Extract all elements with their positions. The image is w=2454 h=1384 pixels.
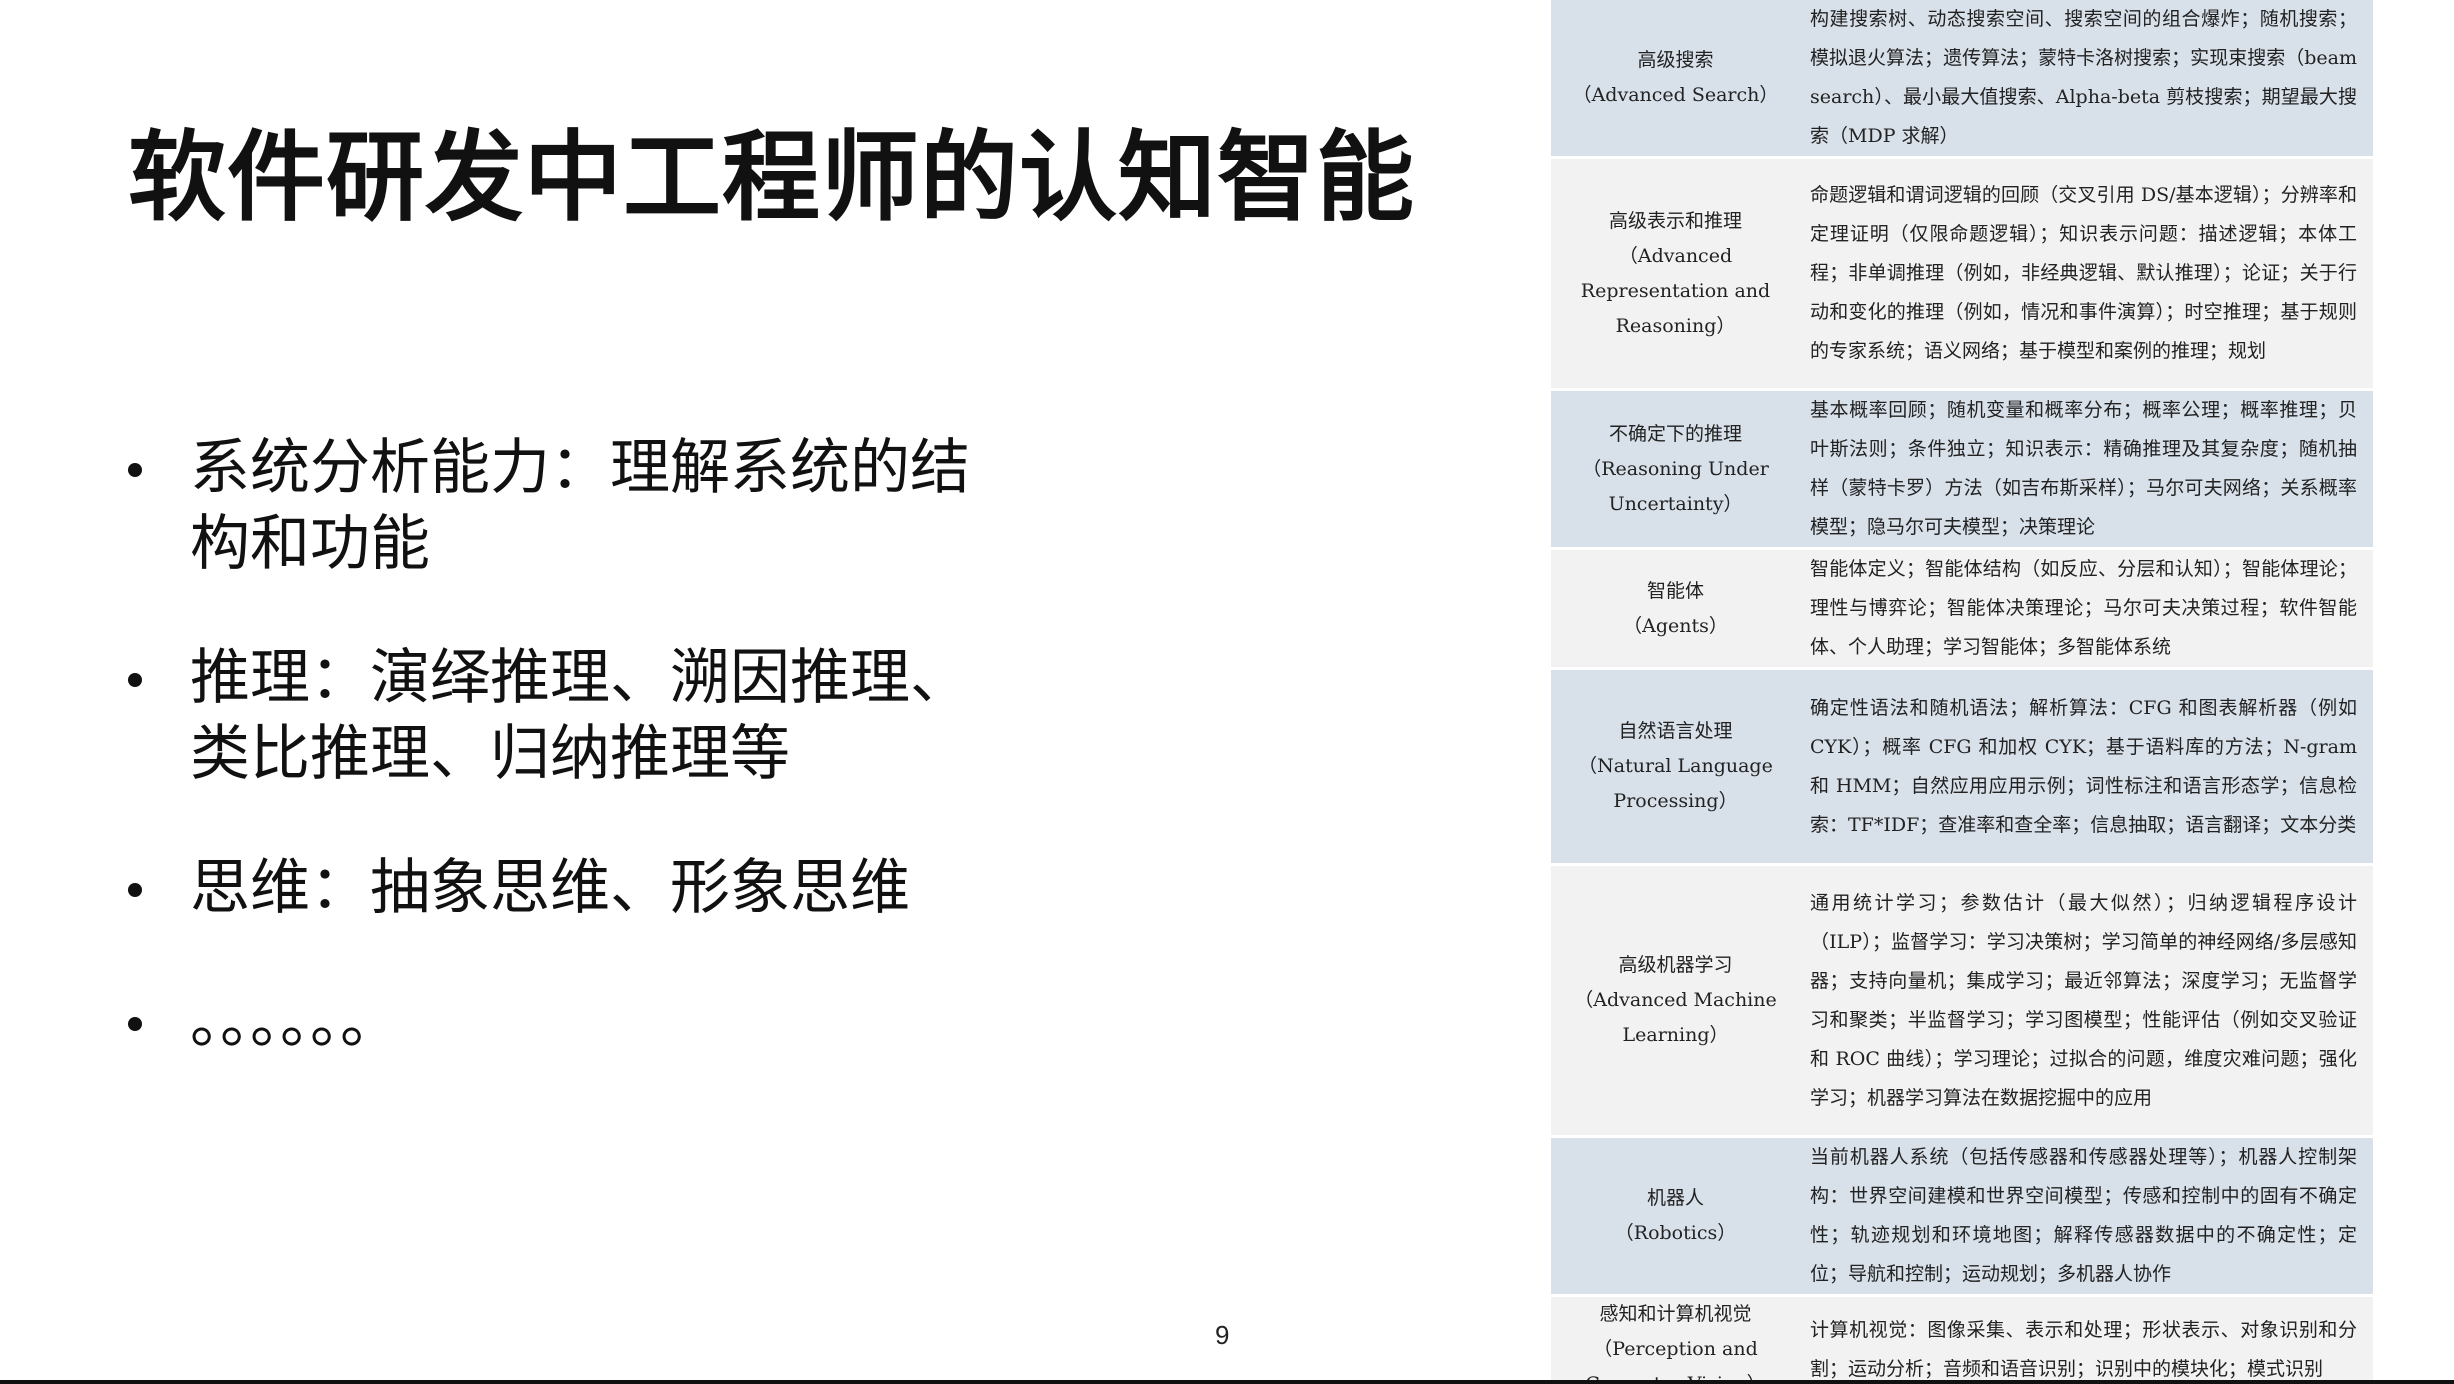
topic-line: Reasoning） — [1615, 314, 1736, 337]
bullet-text: 系统分析能力：理解系统的结 — [190, 433, 970, 503]
topic-cell: 高级搜索 （Advanced Search） — [1551, 0, 1800, 159]
topic-cell: 高级机器学习 （Advanced Machine Learning） — [1551, 864, 1800, 1138]
topic-cell: 机器人 （Robotics） — [1551, 1136, 1800, 1297]
detail-cell: 当前机器人系统（包括传感器和传感器处理等）；机器人控制架构：世界空间建模和世界空… — [1800, 1136, 2373, 1297]
topic-cell: 高级表示和推理 （Advanced Representation and Rea… — [1551, 157, 1800, 391]
bullet-text: 思维：抽象思维、形象思维 — [190, 853, 910, 923]
topic-line: （Advanced Search） — [1572, 84, 1779, 106]
topic-line: （Reasoning Under — [1582, 457, 1769, 480]
topic-line: Processing） — [1613, 790, 1738, 812]
bullet-item-ellipsis: 。。。。。。 — [128, 984, 1028, 1060]
bullet-dot-icon — [128, 463, 142, 477]
table-row-reasoning-uncertainty: 不确定下的推理 （Reasoning Under Uncertainty） 基本… — [1551, 389, 2373, 550]
table-row-robotics: 机器人 （Robotics） 当前机器人系统（包括传感器和传感器处理等）；机器人… — [1551, 1136, 2373, 1297]
page-number: 9 — [1215, 1320, 1230, 1350]
bullet-list: 系统分析能力：理解系统的结 构和功能 推理：演绎推理、溯因推理、 类比推理、归纳… — [128, 430, 1028, 1118]
topic-line: （Natural Language — [1578, 755, 1773, 777]
topic-cell: 不确定下的推理 （Reasoning Under Uncertainty） — [1551, 389, 1800, 550]
topic-line: （Advanced Machine — [1574, 989, 1777, 1011]
topic-line: （Perception and — [1593, 1338, 1758, 1360]
bullet-item-system-analysis: 系统分析能力：理解系统的结 构和功能 — [128, 430, 1028, 582]
detail-cell: 确定性语法和随机语法；解析算法：CFG 和图表解析器（例如 CYK）；概率 CF… — [1800, 668, 2373, 866]
curriculum-table: 高级搜索 （Advanced Search） 构建搜索树、动态搜索空间、搜索空间… — [1551, 0, 2373, 1384]
topic-line: Learning） — [1622, 1024, 1729, 1046]
topic-line: Representation and — [1580, 279, 1771, 302]
slide-title: 软件研发中工程师的认知智能 — [128, 121, 1416, 235]
topic-cell: 感知和计算机视觉 （Perception and Computer Vision… — [1551, 1295, 1800, 1384]
table-row-agents: 智能体 （Agents） 智能体定义；智能体结构（如反应、分层和认知）；智能体理… — [1551, 548, 2373, 670]
bullet-dot-icon — [128, 883, 142, 897]
detail-cell: 智能体定义；智能体结构（如反应、分层和认知）；智能体理论；理性与博弈论；智能体决… — [1800, 548, 2373, 670]
bullet-text: 构和功能 — [190, 509, 430, 579]
bottom-rule — [0, 1380, 2454, 1384]
table-row-advanced-representation: 高级表示和推理 （Advanced Representation and Rea… — [1551, 157, 2373, 391]
bullet-text: 推理：演绎推理、溯因推理、 — [190, 643, 970, 713]
bullet-dot-icon — [128, 1017, 142, 1031]
detail-cell: 通用统计学习；参数估计（最大似然）；归纳逻辑程序设计（ILP）；监督学习：学习决… — [1800, 864, 2373, 1138]
table-row-advanced-ml: 高级机器学习 （Advanced Machine Learning） 通用统计学… — [1551, 864, 2373, 1138]
bullet-item-reasoning: 推理：演绎推理、溯因推理、 类比推理、归纳推理等 — [128, 640, 1028, 792]
topic-line: 智能体 — [1646, 579, 1704, 602]
detail-cell: 计算机视觉：图像采集、表示和处理；形状表示、对象识别和分割；运动分析；音频和语音… — [1800, 1295, 2373, 1384]
bullet-text: 。。。。。。 — [190, 987, 400, 1057]
bullet-text: 类比推理、归纳推理等 — [190, 719, 790, 789]
bullet-dot-icon — [128, 673, 142, 687]
topic-line: 高级搜索 — [1637, 49, 1714, 71]
topic-line: （Agents） — [1623, 614, 1728, 637]
table-row-nlp: 自然语言处理 （Natural Language Processing） 确定性… — [1551, 668, 2373, 866]
topic-line: 感知和计算机视觉 — [1599, 1303, 1752, 1325]
detail-cell: 命题逻辑和谓词逻辑的回顾（交叉引用 DS/基本逻辑）；分辨率和定理证明（仅限命题… — [1800, 157, 2373, 391]
table-row-advanced-search: 高级搜索 （Advanced Search） 构建搜索树、动态搜索空间、搜索空间… — [1551, 0, 2373, 159]
topic-line: （Advanced — [1618, 244, 1733, 267]
table-row-perception-vision: 感知和计算机视觉 （Perception and Computer Vision… — [1551, 1295, 2373, 1384]
topic-line: 机器人 — [1646, 1187, 1704, 1209]
topic-line: 不确定下的推理 — [1608, 422, 1742, 445]
topic-line: 高级表示和推理 — [1608, 209, 1742, 232]
topic-line: 高级机器学习 — [1618, 954, 1733, 976]
bullet-item-thinking: 思维：抽象思维、形象思维 — [128, 850, 1028, 926]
detail-cell: 构建搜索树、动态搜索空间、搜索空间的组合爆炸；随机搜索；模拟退火算法；遗传算法；… — [1800, 0, 2373, 159]
topic-line: Uncertainty） — [1608, 492, 1743, 515]
detail-cell: 基本概率回顾；随机变量和概率分布；概率公理；概率推理；贝叶斯法则；条件独立；知识… — [1800, 389, 2373, 550]
topic-line: （Robotics） — [1614, 1222, 1737, 1244]
topic-cell: 智能体 （Agents） — [1551, 548, 1800, 670]
topic-cell: 自然语言处理 （Natural Language Processing） — [1551, 668, 1800, 866]
topic-line: 自然语言处理 — [1618, 720, 1733, 742]
